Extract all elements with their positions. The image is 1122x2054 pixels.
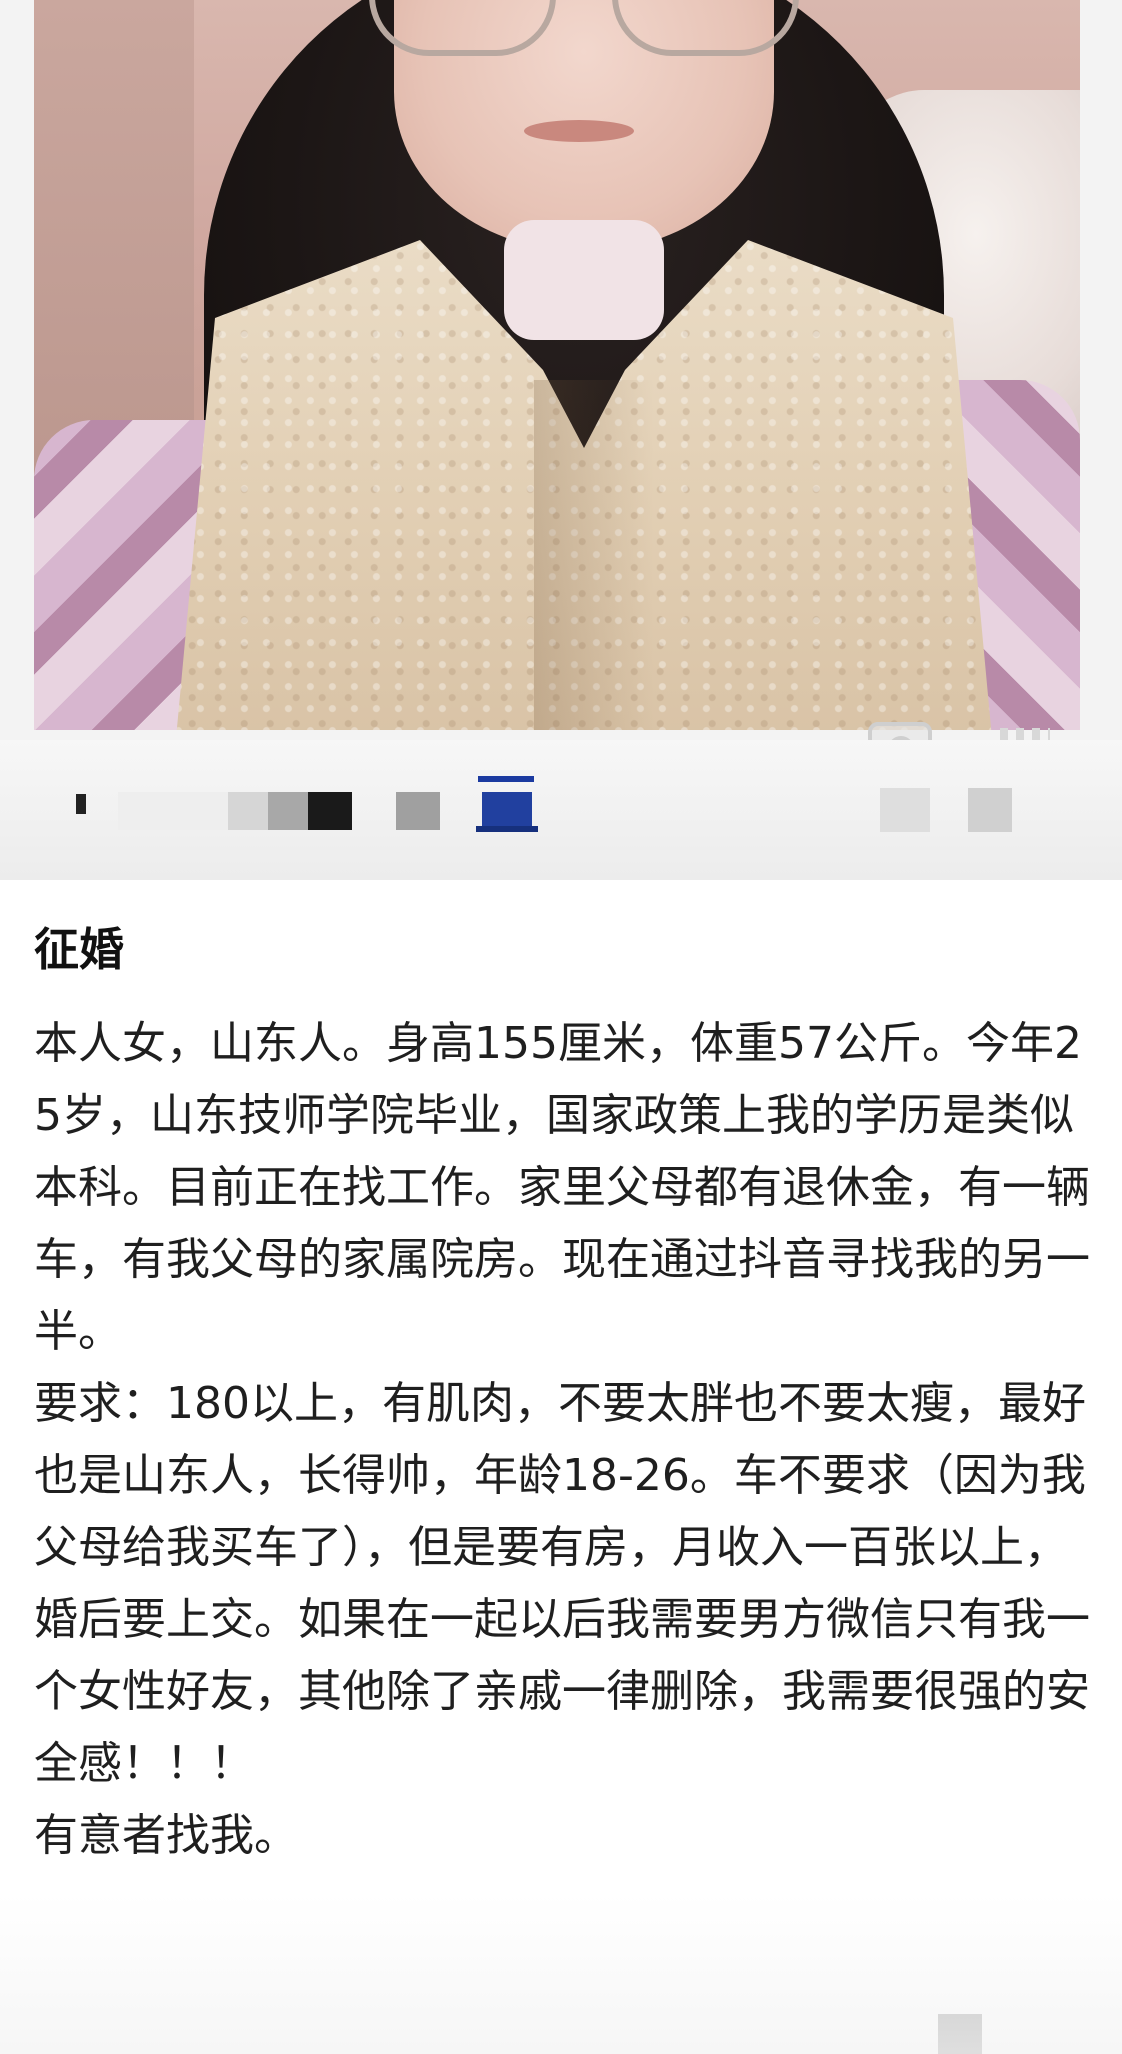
blurred-watermark-bar: [0, 740, 1122, 880]
blur-block: [482, 792, 532, 828]
photo-neck: [504, 220, 664, 340]
blur-block: [880, 788, 930, 832]
blur-block: [308, 792, 352, 830]
blur-block: [118, 792, 228, 830]
photo-lens-left: [369, 0, 556, 56]
blur-block: [476, 826, 538, 832]
post-paragraph-requirements: 要求：180以上，有肌肉，不要太胖也不要太瘦，最好也是山东人，长得帅，年龄18-…: [34, 1378, 1090, 1789]
photo-collar-shadow: [534, 380, 654, 730]
blur-block: [228, 792, 268, 830]
post-paragraph-intro: 本人女，山东人。身高155厘米，体重57公斤。今年25岁，山东技师学院毕业，国家…: [34, 1018, 1090, 1357]
post-title: 征婚: [34, 923, 125, 976]
blur-block: [968, 788, 1012, 832]
photo-lens-right: [612, 0, 799, 56]
post-content: 征婚 本人女，山东人。身高155厘米，体重57公斤。今年25岁，山东技师学院毕业…: [34, 920, 1094, 1872]
post-paragraph-contact: 有意者找我。: [34, 1810, 298, 1861]
blur-block: [76, 794, 86, 814]
blur-block: [396, 792, 440, 830]
blur-block: [268, 792, 308, 830]
blur-block: [478, 776, 534, 782]
photo-glasses: [369, 0, 799, 70]
person-photo[interactable]: [34, 0, 1080, 730]
scroll-thumb[interactable]: [938, 2014, 982, 2054]
photo-frame: [0, 0, 1122, 740]
photo-mouth: [524, 120, 634, 142]
